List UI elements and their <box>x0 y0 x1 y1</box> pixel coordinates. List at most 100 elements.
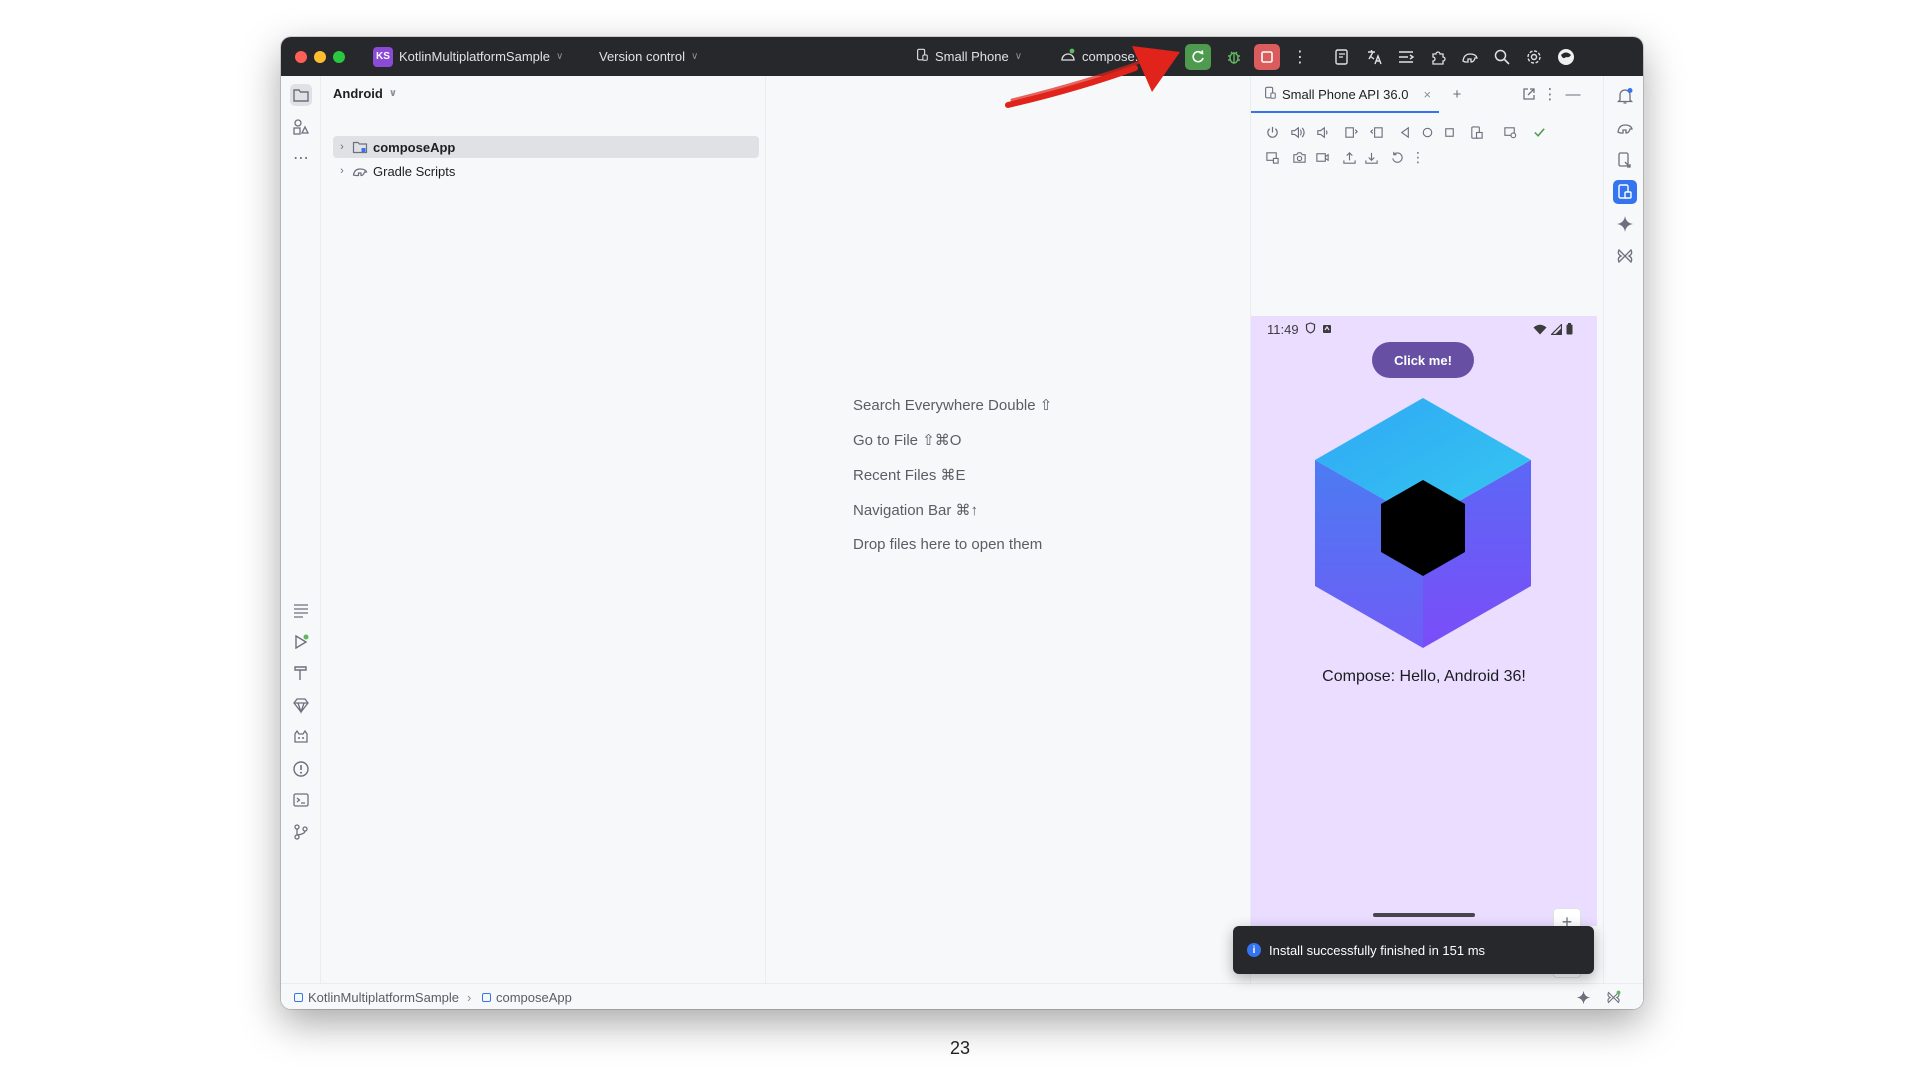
volume-down-icon[interactable] <box>1313 123 1331 141</box>
logcat-button[interactable] <box>290 726 312 748</box>
active-tab-indicator <box>1251 111 1439 113</box>
device-manager-tool-button[interactable] <box>1613 148 1637 172</box>
maximize-window-button[interactable] <box>333 51 345 63</box>
device-manager-icon <box>1335 49 1348 65</box>
debug-button[interactable] <box>1224 47 1244 67</box>
checkmark-icon[interactable] <box>1530 123 1548 141</box>
breadcrumb-project[interactable]: KotlinMultiplatformSample <box>294 984 459 1009</box>
project-view-selector[interactable]: Android ∨ <box>333 86 397 101</box>
settings-button[interactable] <box>1524 47 1544 67</box>
hint-go-to-file: Go to File ⇧⌘O <box>853 432 962 449</box>
click-me-button[interactable]: Click me! <box>1372 342 1474 378</box>
shapes-icon <box>293 119 310 135</box>
run-tool-button[interactable] <box>290 631 312 653</box>
resource-manager-button[interactable] <box>290 116 312 138</box>
rerun-button[interactable] <box>1185 44 1211 70</box>
shield-icon <box>1305 322 1316 337</box>
breadcrumb-module[interactable]: composeApp <box>482 984 572 1009</box>
phone-status-bar: 11:49 <box>1267 322 1332 337</box>
breadcrumb-label: composeApp <box>496 989 572 1005</box>
close-window-button[interactable] <box>295 51 307 63</box>
ide-window: KS KotlinMultiplatformSample ∨ Version c… <box>281 37 1643 1009</box>
build-tool-button[interactable] <box>290 662 312 684</box>
breadcrumb-separator: › <box>467 989 472 1005</box>
more-tools-icon[interactable]: ⋯ <box>290 147 312 169</box>
problems-button[interactable] <box>290 758 312 780</box>
power-icon[interactable] <box>1263 123 1281 141</box>
git-button[interactable] <box>290 821 312 843</box>
device-manager-button[interactable] <box>1332 47 1352 67</box>
project-selector[interactable]: KS KotlinMultiplatformSample ∨ <box>373 37 563 76</box>
terminal-button[interactable] <box>290 789 312 811</box>
butterfly-tool-button[interactable] <box>1613 244 1637 268</box>
back-icon[interactable] <box>1396 123 1414 141</box>
close-tab-icon[interactable]: × <box>1423 87 1431 102</box>
phone-time: 11:49 <box>1267 322 1299 337</box>
panel-options-icon[interactable]: ⋮ <box>1541 85 1559 103</box>
project-name: KotlinMultiplatformSample <box>399 49 551 64</box>
gradle-sync-button[interactable] <box>1460 47 1480 67</box>
minimize-window-button[interactable] <box>314 51 326 63</box>
battery-icon <box>1566 322 1573 340</box>
more-actions-icon[interactable]: ⋮ <box>1290 47 1310 67</box>
fold-device-icon[interactable] <box>1467 123 1485 141</box>
project-tool-button[interactable] <box>290 84 312 106</box>
emulator-screen[interactable]: 11:49 Click me! Compose: Hello, Android … <box>1251 316 1597 926</box>
gradle-tool-button[interactable] <box>1613 116 1637 140</box>
notification-icon <box>1322 322 1332 337</box>
elephant-icon <box>1462 53 1478 63</box>
device-frame-icon[interactable] <box>1263 148 1281 166</box>
todo-button[interactable] <box>290 599 312 621</box>
device-selector[interactable]: Small Phone ∨ <box>915 37 1022 76</box>
warning-circle-icon <box>293 761 309 777</box>
search-button[interactable] <box>1492 47 1512 67</box>
chevron-down-icon: ∨ <box>388 88 397 99</box>
download-icon[interactable] <box>1362 148 1380 166</box>
breadcrumb-label: KotlinMultiplatformSample <box>308 989 460 1005</box>
upload-icon[interactable] <box>1340 148 1358 166</box>
tree-item-composeapp[interactable]: › composeApp <box>333 136 759 158</box>
hint-search-everywhere: Search Everywhere Double ⇧ <box>853 397 1053 414</box>
plugins-button[interactable] <box>1428 47 1448 67</box>
stop-button[interactable] <box>1254 44 1280 70</box>
translate-icon <box>1368 50 1382 65</box>
avatar-icon <box>1558 49 1574 65</box>
chevron-right-icon[interactable]: › <box>333 141 351 153</box>
reset-icon[interactable] <box>1388 148 1406 166</box>
right-tool-strip <box>1603 76 1643 983</box>
overview-icon[interactable] <box>1440 123 1458 141</box>
device-tab[interactable]: Small Phone API 36.0 × <box>1263 76 1431 112</box>
install-notification-toast[interactable]: i Install successfully finished in 151 m… <box>1233 926 1594 974</box>
gemini-button[interactable] <box>1613 212 1637 236</box>
camera-icon[interactable] <box>1290 148 1308 166</box>
rotate-left-icon[interactable] <box>1342 123 1360 141</box>
running-devices-tool-button[interactable] <box>1613 180 1637 204</box>
device-manager-icon <box>1618 152 1631 168</box>
module-icon <box>482 992 491 1002</box>
hide-panel-icon[interactable]: — <box>1564 85 1582 103</box>
open-external-icon[interactable] <box>1520 85 1538 103</box>
tree-item-gradle-scripts[interactable]: › Gradle Scripts <box>333 160 759 182</box>
volume-up-icon[interactable] <box>1288 123 1306 141</box>
run-config-selector[interactable]: compose... ∨ <box>1060 37 1159 76</box>
video-record-icon[interactable] <box>1313 148 1331 166</box>
rotate-right-icon[interactable] <box>1367 123 1385 141</box>
gemini-status-button[interactable] <box>1576 984 1591 1009</box>
app-quality-button[interactable] <box>290 694 312 716</box>
status-butterfly-button[interactable] <box>1606 984 1621 1009</box>
more-options-icon[interactable]: ⋮ <box>1409 148 1427 166</box>
structure-button[interactable] <box>1396 47 1416 67</box>
device-tab-label: Small Phone API 36.0 <box>1282 86 1409 102</box>
android-icon <box>1060 48 1076 65</box>
home-icon[interactable] <box>1418 123 1436 141</box>
chevron-right-icon[interactable]: › <box>333 165 351 177</box>
stop-icon <box>1261 51 1273 63</box>
mirror-search-icon[interactable] <box>1501 123 1519 141</box>
tree-item-label: Gradle Scripts <box>373 163 456 179</box>
account-button[interactable] <box>1556 47 1576 67</box>
gesture-nav-bar[interactable] <box>1373 913 1475 917</box>
add-device-icon[interactable]: + <box>1448 85 1466 103</box>
version-control-menu[interactable]: Version control ∨ <box>599 37 698 76</box>
notifications-button[interactable] <box>1613 84 1637 108</box>
translate-button[interactable] <box>1364 47 1384 67</box>
